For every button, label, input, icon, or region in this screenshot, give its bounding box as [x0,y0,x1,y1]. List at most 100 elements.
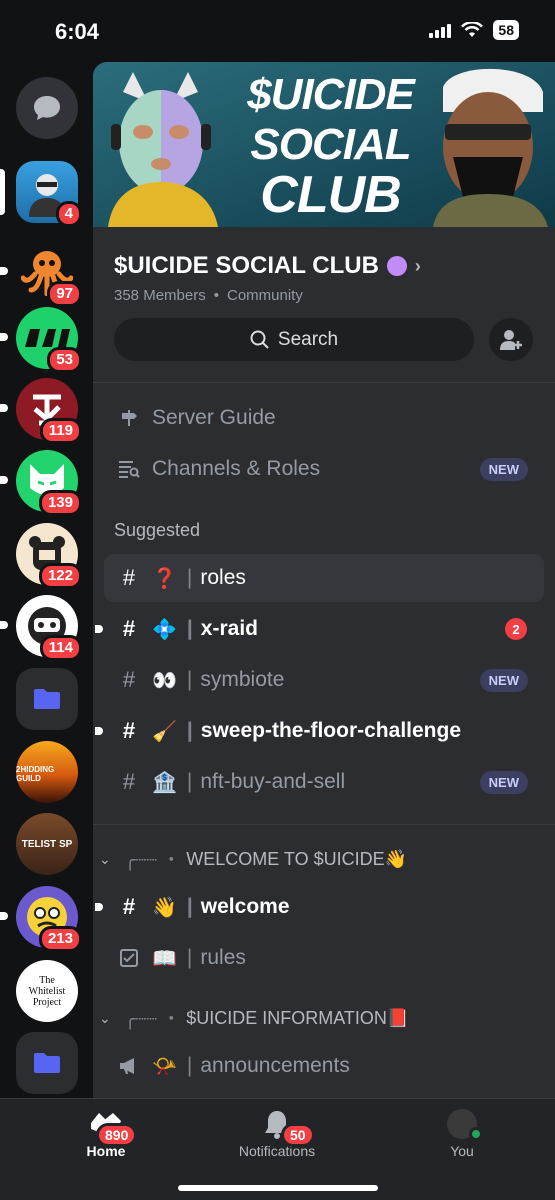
channel-emoji: 📖 [152,947,177,970]
tab-you[interactable]: You [392,1109,532,1159]
server-badge: 53 [47,347,82,373]
megaphone-icon [116,1057,142,1075]
mention-count: 2 [505,618,527,640]
channel-name: nft-buy-and-sell [200,770,346,793]
new-badge: NEW [479,668,528,692]
link-label: Channels & Roles [152,457,321,480]
category-welcome[interactable]: ⌄ ╭┈┈ ・ WELCOME TO $UICIDE👋 [99,846,407,872]
suggested-heading: Suggested [114,520,201,540]
channel-emoji: 🏦 [152,771,177,794]
status-icons: 58 [429,20,519,40]
channels-roles-link[interactable]: Channels & Roles NEW [104,445,544,493]
server-icon-guild[interactable]: 2HIDDING GUILD [16,741,78,803]
tab-home[interactable]: 890 Home [36,1109,176,1159]
chat-bubble-icon [34,96,60,120]
channel-x-raid[interactable]: # 💠 | x-raid 2 [95,605,544,653]
channel-name: x-raid [200,617,258,640]
wifi-icon [461,22,484,37]
channel-announcements[interactable]: 📯 | announcements [104,1042,544,1090]
new-badge: NEW [479,457,528,481]
channel-name: sweep-the-floor-challenge [200,719,461,742]
channel-nft-buy-and-sell[interactable]: # 🏦 | nft-buy-and-sell NEW [104,758,544,806]
locked-hash-icon: # [122,769,136,794]
channel-sweep-the-floor-challenge[interactable]: # 🧹 | sweep-the-floor-challenge [95,707,544,755]
battery-icon: 58 [493,20,519,40]
server-icon-cartoon[interactable]: 213 [0,886,82,952]
server-icon-suicide-social-club[interactable]: 4 [0,161,82,227]
invite-members-button[interactable] [489,318,533,361]
category-prefix: ╭┈┈ ・ [124,850,181,870]
new-badge: NEW [479,770,528,794]
notifications-badge: 50 [281,1123,315,1147]
status-time: 6:04 [55,19,100,44]
divider [93,382,555,383]
channel-emoji: ❓ [152,567,177,590]
direct-messages-button[interactable] [16,77,78,139]
channel-rules[interactable]: 📖 | rules [104,934,544,982]
tab-notifications[interactable]: 50 Notifications [207,1109,347,1159]
server-badge: 213 [38,926,82,952]
server-guide-link[interactable]: Server Guide [104,394,544,442]
search-label: Search [277,328,339,350]
server-label: The Whitelist Project [28,974,66,1008]
channel-name: welcome [200,895,290,918]
server-name: $UICIDE SOCIAL CLUB [114,252,379,279]
server-icon-telist[interactable]: TELIST SP [16,813,78,875]
link-label: Server Guide [152,406,276,429]
folder-icon [34,1053,60,1073]
locked-hash-icon: # [122,565,136,590]
search-icon [250,330,269,349]
server-badge: 139 [38,490,82,516]
unread-indicator [95,727,103,735]
server-meta: 358 Members • Community [114,287,303,304]
server-icon-robot[interactable]: 114 [0,595,82,661]
server-folder-2[interactable] [16,1032,78,1094]
channel-emoji: 💠 [152,618,177,641]
channel-symbiote[interactable]: # 👀 | symbiote NEW [104,656,544,704]
server-type: Community [226,287,303,304]
unread-indicator [95,903,103,911]
server-banner[interactable]: $UICIDE SOCIAL CLUB [93,62,555,227]
server-icon-green-cat[interactable]: 139 [0,450,82,516]
boost-icon [386,256,407,276]
banner-title: $UICIDE SOCIAL CLUB [247,70,415,224]
channel-welcome[interactable]: # 👋 | welcome [95,883,544,931]
channel-emoji: 👋 [152,896,177,919]
tab-label: You [450,1143,474,1159]
server-icon-kanji[interactable]: 119 [0,378,82,444]
channel-roles[interactable]: # ❓ | roles [104,554,544,602]
channel-panel: $UICIDE SOCIAL CLUB $UICIDE SOCIAL CLUB … [93,62,555,1098]
hash-icon: # [122,667,136,692]
channel-name: symbiote [200,668,285,691]
server-icon-pawa[interactable]: 53 [0,307,82,373]
home-indicator[interactable] [178,1185,378,1191]
category-name: $UICIDE INFORMATION📕 [186,1007,410,1028]
signal-icon [429,22,452,38]
category-prefix: ╭┈┈ ・ [124,1009,181,1029]
server-badge: 97 [47,281,82,307]
server-rail[interactable]: 4 97 53 119 139 122 114 2HIDDING GUILD T… [0,62,93,1098]
server-badge: 114 [39,635,82,661]
server-icon-bear[interactable]: 122 [16,523,82,589]
signpost-icon [116,408,142,428]
server-badge: 119 [39,418,82,444]
channel-browse-icon [116,459,142,479]
search-button[interactable]: Search [114,318,474,361]
category-information[interactable]: ⌄ ╭┈┈ ・ $UICIDE INFORMATION📕 [99,1005,409,1031]
divider [93,824,555,825]
server-icon-whitelist[interactable]: The Whitelist Project [16,960,78,1022]
server-icon-octopus[interactable]: 97 [0,241,82,307]
channel-name: rules [200,946,246,969]
add-user-icon [500,329,522,350]
server-name-button[interactable]: $UICIDE SOCIAL CLUB › [114,252,421,280]
channel-name: announcements [200,1054,350,1077]
server-label: TELIST SP [21,838,73,850]
member-count: 358 Members [114,287,206,304]
status-bar: 6:04 58 [0,0,555,62]
online-status-icon [469,1127,483,1141]
hash-icon: # [122,894,136,919]
server-badge: 122 [38,563,82,589]
locked-hash-icon: # [122,616,136,641]
server-folder-1[interactable] [16,668,78,730]
chevron-down-icon: ⌄ [99,850,111,867]
